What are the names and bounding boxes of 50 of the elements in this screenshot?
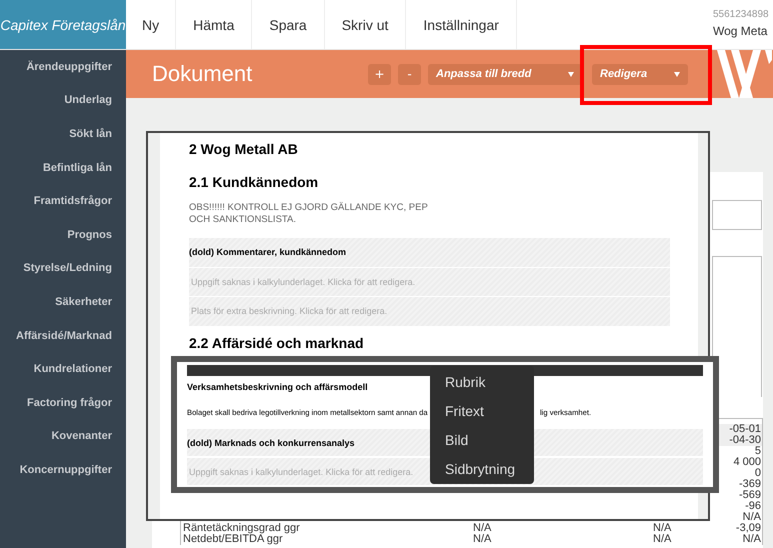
table-cell: N/A xyxy=(473,533,492,545)
block-title: Verksamhetsbeskrivning och affärsmodell xyxy=(187,382,368,394)
table-cell: Netdebt/EBITDA ggr xyxy=(183,533,283,545)
table-cell-text: 5 xyxy=(754,446,762,457)
caret-icon xyxy=(568,72,574,76)
mode-dropdown[interactable]: Redigera xyxy=(592,64,688,84)
hidden-section-title: (dold) Kommentarer, kundkännedom xyxy=(189,238,670,266)
table-cell-text: 4 000 xyxy=(732,457,762,468)
sidebar-item[interactable]: Underlag xyxy=(64,84,126,118)
table-cell-text: N/A xyxy=(742,512,762,523)
input-field[interactable] xyxy=(712,200,762,230)
sidebar-item[interactable]: Kovenanter xyxy=(51,420,126,454)
caret-icon xyxy=(674,72,680,76)
zoom-button[interactable]: - xyxy=(398,64,421,84)
sidebar-item[interactable]: Prognos xyxy=(67,218,126,252)
document-heading: 2 Wog Metall AB xyxy=(189,141,299,157)
zoom-dropdown[interactable]: Anpassa till bredd xyxy=(428,64,582,84)
table-cell-text: -96 xyxy=(744,501,762,512)
app-logo[interactable]: Capitex Företagslån xyxy=(0,0,126,49)
sidebar-item[interactable]: Affärsidé/Marknad xyxy=(16,318,126,352)
table-cell: N/A xyxy=(473,522,492,534)
menu-item[interactable]: Sidbrytning xyxy=(430,454,534,484)
sidebar-item[interactable]: Koncernuppgifter xyxy=(20,453,126,487)
company-name: Wog Meta xyxy=(713,24,768,38)
zoom-button[interactable]: + xyxy=(368,64,391,84)
table-cell-text: -3,09 xyxy=(734,523,762,534)
warning-note: OBS!!!!!! KONTROLL EJ GJORD GÄLLANDE KYC, PEP OCH SANKTIONSLISTA. xyxy=(189,202,429,226)
section-heading: 2.2 Affärsidé och marknad xyxy=(189,334,365,350)
menu-item[interactable]: Rubrik xyxy=(430,367,534,396)
page-title: Dokument xyxy=(152,61,254,87)
sidebar-item[interactable]: Befintliga lån xyxy=(42,150,126,184)
table-cell: N/A xyxy=(653,522,672,534)
table-cell: N/A xyxy=(653,533,672,545)
org-number: 5561234898 xyxy=(713,9,770,20)
sidebar-item[interactable]: Sökt lån xyxy=(69,117,126,151)
sidebar-item[interactable]: Ärendeuppgifter xyxy=(26,50,126,84)
sidebar-item[interactable]: Kundrelationer xyxy=(34,352,126,386)
table-cell-text: -05-01 xyxy=(728,424,762,435)
sidebar-item[interactable]: Framtidsfrågor xyxy=(34,184,126,218)
table-cell-text: -569 xyxy=(738,490,762,501)
sidebar-item[interactable]: Säkerheter xyxy=(55,285,126,319)
table-cell-text: N/A xyxy=(742,534,762,545)
sidebar-item[interactable]: Styrelse/Ledning xyxy=(23,252,126,286)
menu-item[interactable]: Fritext xyxy=(430,396,534,426)
table-cell: Räntetäckningsgrad ggr xyxy=(183,522,300,534)
table-cell-text: 0 xyxy=(754,468,762,479)
table-cell-text: -04-30 xyxy=(728,435,762,446)
sidebar-item[interactable]: Factoring frågor xyxy=(27,386,126,420)
section-heading: 2.1 Kundkännedom xyxy=(189,174,320,190)
table-cell-text: -369 xyxy=(738,479,762,490)
